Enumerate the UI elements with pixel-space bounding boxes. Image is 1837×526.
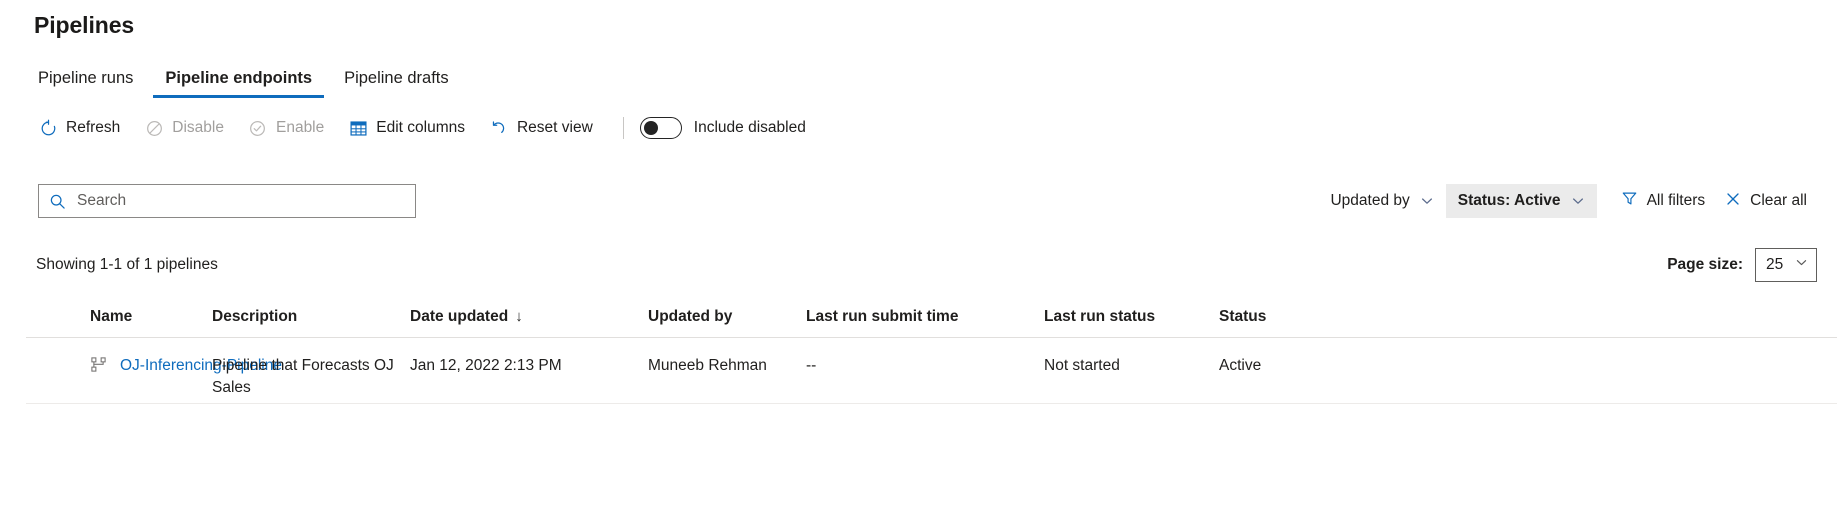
clear-all-label: Clear all (1750, 192, 1807, 209)
chevron-down-icon (1571, 194, 1585, 208)
cell-date-updated: Jan 12, 2022 2:13 PM (410, 357, 562, 374)
pipelines-table: Name Description Date updated ↓ Updated … (26, 296, 1837, 404)
pipelines-page: Pipelines Pipeline runs Pipeline endpoin… (0, 0, 1837, 526)
page-title: Pipelines (34, 12, 135, 38)
tab-bar: Pipeline runs Pipeline endpoints Pipelin… (34, 62, 465, 98)
cell-description: Pipeline that Forecasts OJ Sales (212, 357, 394, 397)
funnel-icon (1621, 190, 1638, 212)
toggle-track[interactable] (639, 117, 682, 139)
disable-button[interactable]: Disable (140, 114, 236, 142)
table-columns-icon (348, 118, 368, 138)
page-size-value: 25 (1766, 256, 1784, 273)
filter-row: Updated by Status: Active (0, 184, 1837, 218)
tab-pipeline-drafts[interactable]: Pipeline drafts (328, 69, 465, 98)
cell-updated-by: Muneeb Rehman (648, 357, 767, 374)
refresh-button[interactable]: Refresh (34, 114, 132, 142)
updated-by-filter[interactable]: Updated by (1318, 184, 1445, 218)
cell-name: OJ-Inferencing-Pipeline (26, 355, 282, 377)
table-row[interactable]: OJ-Inferencing-Pipeline Pipeline that Fo… (26, 338, 1837, 404)
cell-status: Active (1219, 357, 1262, 374)
enable-button[interactable]: Enable (244, 114, 336, 142)
table-header-row: Name Description Date updated ↓ Updated … (26, 296, 1837, 338)
command-bar: Refresh Disable Enable Edit columns Rese… (34, 112, 806, 144)
include-disabled-label: Include disabled (693, 119, 806, 136)
reset-view-button[interactable]: Reset view (485, 114, 605, 142)
column-header-name[interactable]: Name (26, 308, 212, 326)
clear-all-button[interactable]: Clear all (1715, 185, 1817, 218)
reset-view-label: Reset view (516, 119, 593, 136)
column-header-last-run-status[interactable]: Last run status (1044, 308, 1219, 326)
search-icon (49, 193, 67, 210)
toolbar-divider (622, 117, 624, 139)
search-box[interactable] (38, 184, 416, 218)
column-header-last-run-submit-time[interactable]: Last run submit time (806, 308, 1044, 326)
status-filter-label: Status: Active (1457, 192, 1561, 209)
results-summary: Showing 1-1 of 1 pipelines (36, 256, 218, 273)
refresh-icon (38, 118, 58, 138)
page-size-label: Page size: (1667, 256, 1743, 273)
undo-icon (489, 118, 509, 138)
status-filter[interactable]: Status: Active (1445, 184, 1597, 218)
column-header-date-updated-label: Date updated (410, 307, 509, 325)
cell-last-run-status: Not started (1044, 357, 1120, 374)
tab-pipeline-runs[interactable]: Pipeline runs (34, 69, 149, 98)
chevron-down-icon (1420, 194, 1434, 208)
check-circle-icon (248, 118, 268, 138)
block-icon (144, 118, 164, 138)
search-input[interactable] (77, 192, 405, 210)
pipeline-graph-icon (90, 356, 108, 373)
all-filters-label: All filters (1646, 192, 1706, 209)
column-header-status[interactable]: Status (1219, 308, 1369, 326)
tab-pipeline-endpoints[interactable]: Pipeline endpoints (149, 69, 328, 98)
toggle-knob (643, 121, 658, 135)
column-header-description[interactable]: Description (212, 308, 410, 326)
cell-last-run-submit-time: -- (806, 357, 817, 374)
column-header-updated-by[interactable]: Updated by (648, 308, 806, 326)
enable-label: Enable (275, 119, 325, 136)
edit-columns-label: Edit columns (376, 119, 465, 136)
updated-by-label: Updated by (1330, 192, 1410, 209)
column-header-date-updated[interactable]: Date updated ↓ (410, 308, 648, 326)
filters-group: Updated by Status: Active All filters Cl… (1318, 184, 1817, 218)
edit-columns-button[interactable]: Edit columns (344, 114, 477, 142)
page-size-control: Page size: 25 (1667, 248, 1817, 282)
sort-descending-icon: ↓ (515, 308, 523, 325)
chevron-down-icon (1795, 256, 1808, 274)
include-disabled-toggle[interactable]: Include disabled (639, 117, 806, 139)
disable-label: Disable (172, 119, 224, 136)
all-filters-button[interactable]: All filters (1611, 184, 1716, 218)
page-size-select[interactable]: 25 (1755, 248, 1817, 282)
close-icon (1725, 191, 1741, 212)
refresh-label: Refresh (66, 119, 121, 136)
